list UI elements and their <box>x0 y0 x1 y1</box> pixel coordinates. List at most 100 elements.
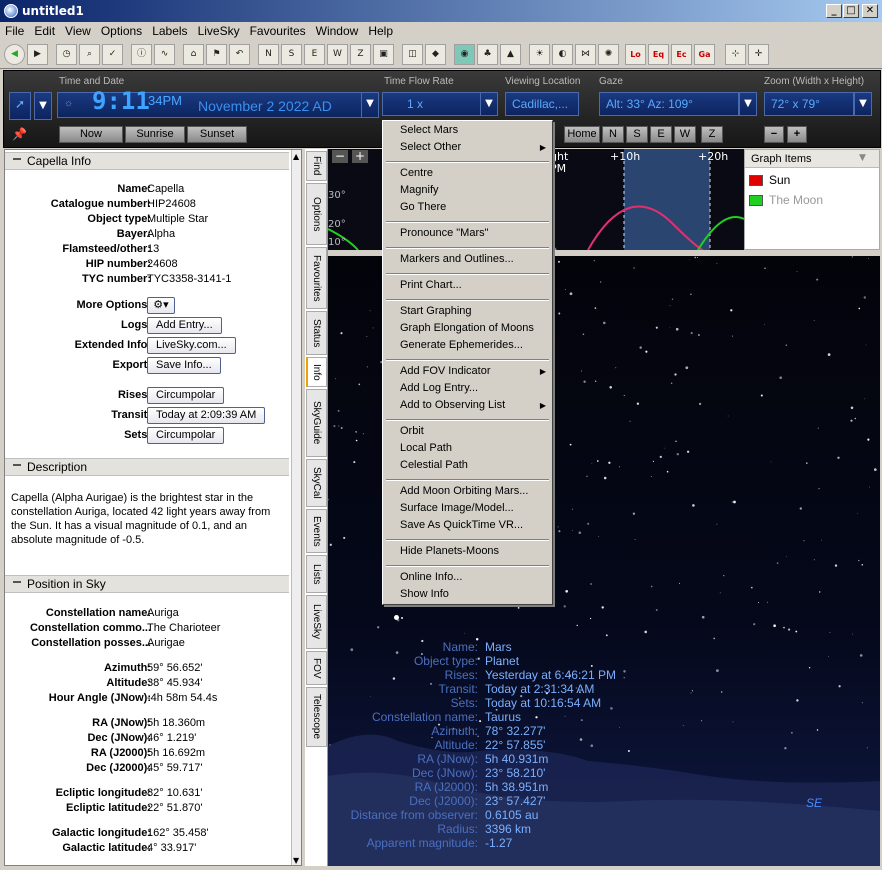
grid-ga-button[interactable]: Ga <box>694 44 715 65</box>
mars-marker[interactable] <box>394 615 399 620</box>
tab-status[interactable]: Status <box>306 311 327 355</box>
zoom-out-button[interactable]: − <box>764 126 784 143</box>
south-icon[interactable]: S <box>281 44 302 65</box>
tab-options[interactable]: Options <box>306 183 327 245</box>
gaze-field[interactable]: Alt: 33° Az: 109° <box>599 92 739 116</box>
menu-livesky[interactable]: LiveSky <box>193 22 245 41</box>
home-icon[interactable]: ⌂ <box>183 44 204 65</box>
rises-button[interactable]: Circumpolar <box>147 387 225 404</box>
constellation-icon[interactable]: ⋈ <box>575 44 596 65</box>
sets-button[interactable]: Circumpolar <box>147 427 225 444</box>
camera-icon[interactable]: ◉ <box>454 44 475 65</box>
context-menu-item[interactable]: Surface Image/Model... <box>400 502 514 514</box>
capella-info-header[interactable]: Capella Info <box>5 152 289 170</box>
context-menu-item[interactable]: Save As QuickTime VR... <box>400 519 523 531</box>
diamond-icon[interactable]: ◆ <box>425 44 446 65</box>
close-button[interactable]: ✕ <box>862 4 878 18</box>
context-menu-item[interactable]: Online Info... <box>400 571 462 583</box>
landscape-icon[interactable]: ▲ <box>500 44 521 65</box>
context-menu-item[interactable]: Add to Observing List <box>400 399 505 411</box>
zoom-in-button[interactable]: + <box>787 126 807 143</box>
zoom-field[interactable]: 72° x 79° <box>764 92 854 116</box>
galaxy-icon[interactable]: ✺ <box>598 44 619 65</box>
tree-icon[interactable]: ♣ <box>477 44 498 65</box>
planet-icon[interactable]: ◐ <box>552 44 573 65</box>
app-icon[interactable] <box>4 4 18 18</box>
pointer-tool-icon[interactable]: ➚ <box>9 92 31 120</box>
scroll-up-icon[interactable]: ▲ <box>293 152 299 161</box>
menu-window[interactable]: Window <box>311 22 364 41</box>
position-header[interactable]: Position in Sky <box>5 575 289 593</box>
pointer-dropdown[interactable]: ▼ <box>34 92 52 120</box>
menu-labels[interactable]: Labels <box>147 22 192 41</box>
context-menu-item[interactable]: Markers and Outlines... <box>400 253 514 265</box>
menu-help[interactable]: Help <box>363 22 398 41</box>
time-flow-dropdown[interactable]: ▼ <box>480 92 498 116</box>
grid-eq-button[interactable]: Eq <box>648 44 669 65</box>
dir-s-button[interactable]: S <box>626 126 648 143</box>
grid-ec-button[interactable]: Ec <box>671 44 692 65</box>
flag-icon[interactable]: ⚑ <box>206 44 227 65</box>
east-icon[interactable]: E <box>304 44 325 65</box>
tab-livesky[interactable]: LiveSky <box>306 595 327 649</box>
now-button[interactable]: Now <box>59 126 123 143</box>
context-menu-item[interactable]: Add Moon Orbiting Mars... <box>400 485 528 497</box>
dir-e-button[interactable]: E <box>650 126 672 143</box>
zoom-dropdown[interactable]: ▼ <box>854 92 872 116</box>
context-menu-item[interactable]: Pronounce "Mars" <box>400 227 489 239</box>
window-icon[interactable]: ◫ <box>402 44 423 65</box>
sunset-button[interactable]: Sunset <box>187 126 247 143</box>
menu-options[interactable]: Options <box>96 22 147 41</box>
tab-fov[interactable]: FOV <box>306 651 327 685</box>
clock-icon[interactable]: ◷ <box>56 44 77 65</box>
sun-item-label[interactable]: Sun <box>769 173 790 187</box>
context-menu-item[interactable]: Centre <box>400 167 433 179</box>
dir-n-button[interactable]: N <box>602 126 624 143</box>
moon-item-label[interactable]: The Moon <box>769 193 823 207</box>
collapse-icon[interactable] <box>13 158 21 160</box>
description-header[interactable]: Description <box>5 458 289 476</box>
tab-info[interactable]: Info <box>306 357 327 387</box>
info-panel-scrollbar[interactable]: ▲ ▼ <box>291 150 301 865</box>
context-menu-item[interactable]: Add FOV Indicator <box>400 365 491 377</box>
graph-icon[interactable]: ∿ <box>154 44 175 65</box>
context-menu-item[interactable]: Magnify <box>400 184 439 196</box>
forward-icon[interactable]: ▶ <box>27 44 48 65</box>
context-menu-item[interactable]: Start Graphing <box>400 305 472 317</box>
context-menu-item[interactable]: Select Other <box>400 141 461 153</box>
tab-skyguide[interactable]: SkyGuide <box>306 389 327 457</box>
context-menu-item[interactable]: Graph Elongation of Moons <box>400 322 534 334</box>
collapse-icon[interactable] <box>13 581 21 583</box>
sun-swatch[interactable] <box>749 175 763 186</box>
save-info-button[interactable]: Save Info... <box>147 357 221 374</box>
context-menu-item[interactable]: Add Log Entry... <box>400 382 478 394</box>
context-menu-item[interactable]: Celestial Path <box>400 459 468 471</box>
location-field[interactable]: Cadillac,... <box>505 92 579 116</box>
checklist-icon[interactable]: ✓ <box>102 44 123 65</box>
sunrise-button[interactable]: Sunrise <box>125 126 185 143</box>
tab-favourites[interactable]: Favourites <box>306 247 327 309</box>
collapse-icon[interactable] <box>13 464 21 466</box>
gaze-dropdown[interactable]: ▼ <box>739 92 757 116</box>
tab-find[interactable]: Find <box>306 151 327 181</box>
context-menu-item[interactable]: Orbit <box>400 425 424 437</box>
tab-skycal[interactable]: SkyCal <box>306 459 327 507</box>
sun-icon[interactable]: ☀ <box>529 44 550 65</box>
graph-zoom-in[interactable]: + <box>352 150 368 163</box>
minimize-button[interactable]: _ <box>826 4 842 18</box>
dir-z-button[interactable]: Z <box>701 126 723 143</box>
search-icon[interactable]: ⌕ <box>79 44 100 65</box>
tab-telescope[interactable]: Telescope <box>306 687 327 747</box>
crosshair-icon[interactable]: ✛ <box>748 44 769 65</box>
context-menu-item[interactable]: Generate Ephemerides... <box>400 339 523 351</box>
context-menu-item[interactable]: Show Info <box>400 588 449 600</box>
grid-lo-button[interactable]: Lo <box>625 44 646 65</box>
pin-icon[interactable]: 📌 <box>12 127 27 141</box>
menu-favourites[interactable]: Favourites <box>245 22 311 41</box>
time-dropdown[interactable]: ▼ <box>361 92 379 118</box>
chevron-down-icon[interactable]: ▼ <box>859 153 866 163</box>
context-menu-item[interactable]: Hide Planets-Moons <box>400 545 499 557</box>
maximize-button[interactable]: □ <box>843 4 859 18</box>
fullscreen-icon[interactable]: ▣ <box>373 44 394 65</box>
tab-events[interactable]: Events <box>306 509 327 553</box>
